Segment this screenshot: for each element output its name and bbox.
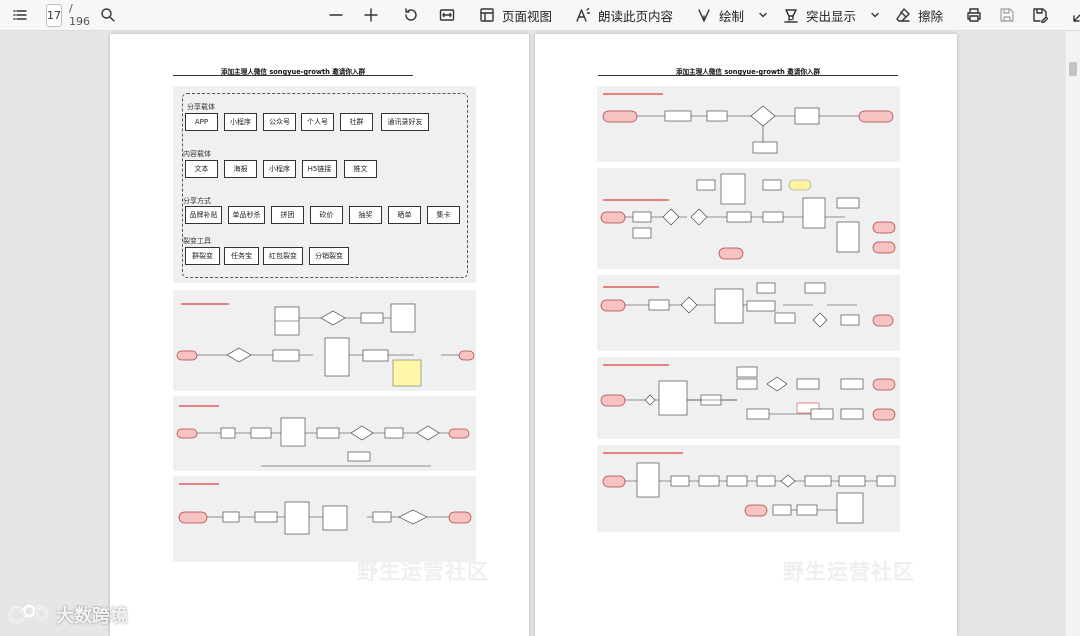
chip: H5链接 [302, 160, 337, 178]
share-carrier-panel: 分享载体 APP 小程序 公众号 个人号 社群 通讯录好友 内容载体 文本 海报… [173, 86, 476, 283]
zoom-out-button[interactable] [322, 3, 350, 28]
pdf-page-left: 添加主理人微信 songyue-growth 邀请你入群 分享载体 APP 小程… [110, 34, 529, 636]
scrollbar-thumb[interactable] [1069, 62, 1077, 76]
page-number-input[interactable]: 17 [46, 3, 62, 27]
watermark: 野生运营社区 [783, 560, 915, 584]
group-label: 分享载体 [187, 103, 215, 111]
vertical-scrollbar[interactable] [1066, 31, 1080, 636]
search-icon [99, 6, 117, 24]
save-button[interactable] [993, 3, 1021, 28]
rotate-icon [402, 6, 420, 24]
logo-mark-icon [8, 604, 49, 624]
rotate-button[interactable] [397, 3, 425, 28]
page-view-button[interactable]: 页面视图 [473, 3, 557, 28]
eraser-icon [894, 6, 912, 24]
chip: 海报 [224, 160, 257, 178]
brand-logo: 大数跨境 [8, 602, 128, 628]
chip: APP [185, 113, 218, 131]
page-view-label: 页面视图 [502, 8, 553, 24]
chip: 集卡 [427, 206, 460, 224]
flowchart-panel [173, 290, 476, 391]
contents-button[interactable] [6, 3, 34, 28]
chip: 砍价 [310, 206, 343, 224]
chip: 公众号 [263, 113, 296, 131]
save-as-button[interactable] [1026, 3, 1054, 28]
flowchart-panel [173, 476, 476, 562]
read-aloud-button[interactable]: 朗读此页内容 [569, 3, 678, 28]
fullscreen-button[interactable] [1066, 3, 1080, 28]
title-divider [598, 75, 898, 76]
pen-icon [695, 6, 713, 24]
flowchart-panel [597, 357, 900, 439]
chip: 推文 [344, 160, 377, 178]
chip: 通讯录好友 [381, 113, 429, 131]
save-icon [998, 6, 1016, 24]
flowchart-panel [597, 86, 900, 162]
flowchart-panel [597, 168, 900, 269]
draw-button[interactable]: 绘制 [690, 3, 749, 28]
page-total: / 196 [69, 2, 90, 28]
page-view-icon [478, 6, 496, 24]
chip: 群裂变 [185, 247, 220, 265]
group-label: 分享方式 [183, 197, 211, 205]
fit-width-button[interactable] [433, 3, 461, 28]
chip: 红包裂变 [263, 247, 303, 265]
list-icon [11, 6, 29, 24]
logo-text: 大数跨境 [56, 606, 128, 627]
flowchart-panel [173, 396, 476, 471]
chip: 品牌补贴 [185, 206, 222, 224]
fit-width-icon [438, 6, 456, 24]
chip: 任务宝 [224, 247, 259, 265]
chip: 分销裂变 [309, 247, 349, 265]
read-aloud-label: 朗读此页内容 [598, 8, 674, 24]
pdf-page-right: 添加主理人微信 songyue-growth 邀请你入群 野生运营社区 [535, 34, 957, 636]
highlighter-icon [782, 6, 800, 24]
chip: 晒单 [388, 206, 421, 224]
zoom-in-button[interactable] [357, 3, 385, 28]
pdf-toolbar: 17 / 196 页面视图 朗读此页内容 绘制 突出显示 擦除 [0, 0, 1080, 31]
highlight-button[interactable]: 突出显示 [777, 3, 861, 28]
chip: 文本 [185, 160, 218, 178]
chip: 拼团 [271, 206, 304, 224]
expand-icon [1071, 6, 1080, 24]
print-button[interactable] [960, 3, 988, 28]
draw-options-button[interactable] [749, 3, 777, 28]
watermark: 野生运营社区 [357, 560, 489, 584]
chip: 单品秒杀 [228, 206, 265, 224]
chevron-down-icon [754, 6, 772, 24]
chevron-down-icon [866, 6, 884, 24]
erase-label: 擦除 [918, 8, 944, 24]
highlight-label: 突出显示 [806, 8, 857, 24]
erase-button[interactable]: 擦除 [889, 3, 948, 28]
group-label: 内容载体 [183, 150, 211, 158]
highlight-options-button[interactable] [861, 3, 889, 28]
title-divider [173, 75, 413, 76]
group-label: 裂变工具 [183, 237, 211, 245]
chip: 小程序 [263, 160, 296, 178]
print-icon [965, 6, 983, 24]
chip: 个人号 [301, 113, 334, 131]
read-aloud-icon [574, 6, 592, 24]
search-button[interactable] [94, 3, 122, 28]
save-as-icon [1031, 6, 1049, 24]
draw-label: 绘制 [719, 8, 745, 24]
flowchart-panel [597, 445, 900, 532]
plus-icon [362, 6, 380, 24]
chip: 小程序 [224, 113, 257, 131]
chip: 社群 [340, 113, 373, 131]
flowchart-panel [597, 275, 900, 351]
chip: 抽奖 [349, 206, 382, 224]
minus-icon [327, 6, 345, 24]
